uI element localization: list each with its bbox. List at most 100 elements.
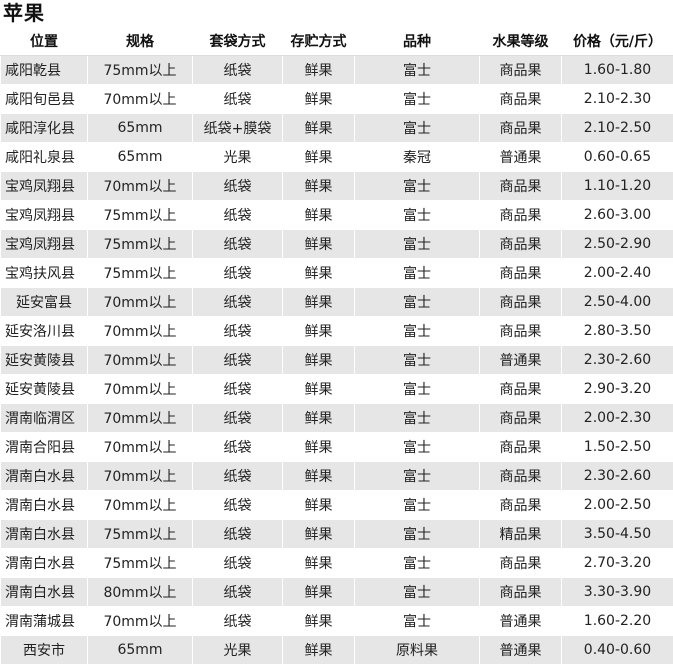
cell-price: 2.00-2.50 (562, 491, 673, 520)
cell-bagging: 光果 (193, 636, 283, 665)
table-row: 渭南临渭区70mm以上纸袋鲜果富士商品果2.00-2.30 (1, 404, 673, 433)
table-row: 西安市65mm光果鲜果原料果普通果0.40-0.60 (1, 636, 673, 665)
cell-price: 1.60-2.20 (562, 607, 673, 636)
cell-bagging: 纸袋 (193, 230, 283, 259)
cell-variety: 富士 (355, 317, 480, 346)
cell-storage: 鲜果 (283, 491, 355, 520)
cell-bagging: 纸袋 (193, 491, 283, 520)
cell-bagging: 纸袋 (193, 462, 283, 491)
cell-location: 渭南白水县 (1, 578, 88, 607)
cell-storage: 鲜果 (283, 462, 355, 491)
cell-variety: 富士 (355, 201, 480, 230)
header-price: 价格（元/斤） (562, 27, 673, 56)
cell-spec: 75mm以上 (88, 56, 193, 85)
table-row: 延安洛川县70mm以上纸袋鲜果富士商品果2.80-3.50 (1, 317, 673, 346)
cell-spec: 70mm以上 (88, 462, 193, 491)
cell-storage: 鲜果 (283, 520, 355, 549)
cell-spec: 75mm以上 (88, 201, 193, 230)
cell-spec: 70mm以上 (88, 607, 193, 636)
cell-variety: 秦冠 (355, 143, 480, 172)
cell-price: 2.30-2.60 (562, 462, 673, 491)
table-row: 咸阳淳化县65mm纸袋+膜袋鲜果富士商品果2.10-2.50 (1, 114, 673, 143)
cell-storage: 鲜果 (283, 404, 355, 433)
cell-bagging: 纸袋 (193, 578, 283, 607)
cell-spec: 75mm以上 (88, 549, 193, 578)
cell-location: 咸阳旬邑县 (1, 85, 88, 114)
cell-storage: 鲜果 (283, 172, 355, 201)
cell-variety: 富士 (355, 578, 480, 607)
cell-location: 延安黄陵县 (1, 375, 88, 404)
cell-storage: 鲜果 (283, 143, 355, 172)
cell-bagging: 纸袋 (193, 520, 283, 549)
cell-storage: 鲜果 (283, 288, 355, 317)
table-row: 延安富县70mm以上纸袋鲜果富士商品果2.50-4.00 (1, 288, 673, 317)
cell-variety: 富士 (355, 549, 480, 578)
header-bagging: 套袋方式 (193, 27, 283, 56)
cell-spec: 70mm以上 (88, 491, 193, 520)
table-row: 延安黄陵县70mm以上纸袋鲜果富士商品果2.90-3.20 (1, 375, 673, 404)
cell-grade: 普通果 (480, 143, 562, 172)
cell-variety: 富士 (355, 346, 480, 375)
cell-grade: 商品果 (480, 433, 562, 462)
header-grade: 水果等级 (480, 27, 562, 56)
cell-grade: 普通果 (480, 607, 562, 636)
cell-storage: 鲜果 (283, 636, 355, 665)
cell-bagging: 纸袋 (193, 56, 283, 85)
cell-bagging: 纸袋 (193, 375, 283, 404)
cell-price: 1.50-2.50 (562, 433, 673, 462)
cell-spec: 65mm (88, 636, 193, 665)
cell-location: 渭南临渭区 (1, 404, 88, 433)
table-row: 渭南蒲城县70mm以上纸袋鲜果富士普通果1.60-2.20 (1, 607, 673, 636)
cell-price: 1.60-1.80 (562, 56, 673, 85)
cell-location: 咸阳淳化县 (1, 114, 88, 143)
cell-variety: 原料果 (355, 636, 480, 665)
cell-variety: 富士 (355, 288, 480, 317)
cell-grade: 普通果 (480, 346, 562, 375)
cell-price: 0.40-0.60 (562, 636, 673, 665)
cell-grade: 商品果 (480, 549, 562, 578)
cell-grade: 商品果 (480, 375, 562, 404)
cell-price: 3.50-4.50 (562, 520, 673, 549)
cell-grade: 商品果 (480, 578, 562, 607)
cell-variety: 富士 (355, 56, 480, 85)
cell-bagging: 纸袋 (193, 85, 283, 114)
cell-spec: 70mm以上 (88, 433, 193, 462)
cell-price: 2.50-4.00 (562, 288, 673, 317)
cell-grade: 商品果 (480, 201, 562, 230)
cell-bagging: 纸袋 (193, 346, 283, 375)
cell-price: 2.00-2.30 (562, 404, 673, 433)
cell-location: 宝鸡凤翔县 (1, 230, 88, 259)
cell-grade: 商品果 (480, 114, 562, 143)
cell-spec: 80mm以上 (88, 578, 193, 607)
cell-grade: 商品果 (480, 404, 562, 433)
cell-price: 2.90-3.20 (562, 375, 673, 404)
cell-bagging: 纸袋 (193, 607, 283, 636)
cell-storage: 鲜果 (283, 578, 355, 607)
cell-storage: 鲜果 (283, 259, 355, 288)
cell-location: 宝鸡凤翔县 (1, 172, 88, 201)
cell-location: 咸阳乾县 (1, 56, 88, 85)
cell-storage: 鲜果 (283, 346, 355, 375)
cell-location: 宝鸡凤翔县 (1, 201, 88, 230)
cell-bagging: 纸袋 (193, 317, 283, 346)
cell-location: 延安黄陵县 (1, 346, 88, 375)
cell-bagging: 纸袋 (193, 172, 283, 201)
cell-location: 西安市 (1, 636, 88, 665)
cell-location: 渭南白水县 (1, 462, 88, 491)
table-row: 咸阳乾县75mm以上纸袋鲜果富士商品果1.60-1.80 (1, 56, 673, 85)
cell-price: 2.80-3.50 (562, 317, 673, 346)
table-row: 渭南合阳县70mm以上纸袋鲜果富士商品果1.50-2.50 (1, 433, 673, 462)
cell-grade: 商品果 (480, 462, 562, 491)
cell-variety: 富士 (355, 607, 480, 636)
cell-price: 3.30-3.90 (562, 578, 673, 607)
cell-storage: 鲜果 (283, 230, 355, 259)
cell-bagging: 纸袋 (193, 201, 283, 230)
cell-spec: 70mm以上 (88, 288, 193, 317)
cell-variety: 富士 (355, 404, 480, 433)
cell-location: 渭南合阳县 (1, 433, 88, 462)
cell-bagging: 纸袋+膜袋 (193, 114, 283, 143)
cell-location: 咸阳礼泉县 (1, 143, 88, 172)
cell-grade: 商品果 (480, 491, 562, 520)
cell-spec: 70mm以上 (88, 317, 193, 346)
cell-price: 2.60-3.00 (562, 201, 673, 230)
